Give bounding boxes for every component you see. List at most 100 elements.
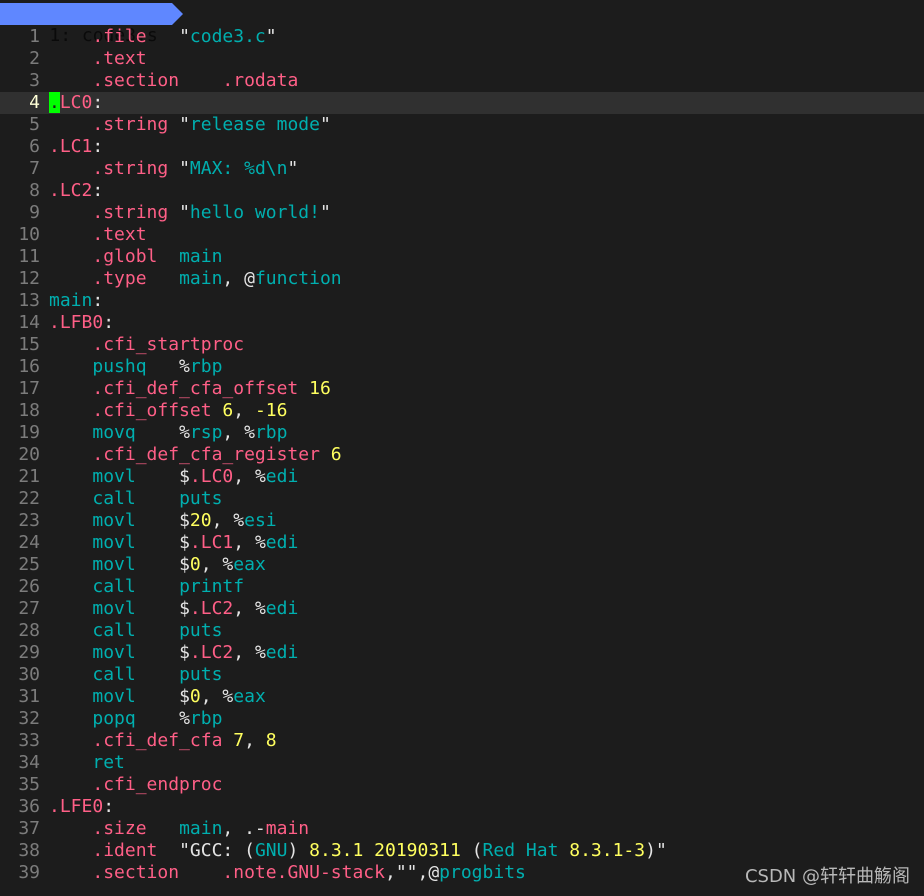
- code-line[interactable]: 21 movl $.LC0, %edi: [0, 466, 924, 488]
- code-line[interactable]: 29 movl $.LC2, %edi: [0, 642, 924, 664]
- code-line[interactable]: 22 call puts: [0, 488, 924, 510]
- code-token: .string: [92, 202, 169, 223]
- line-number: 12: [18, 268, 40, 289]
- code-token: ,: [244, 730, 266, 751]
- code-token: :: [103, 312, 115, 333]
- code-token: .section: [92, 862, 180, 883]
- line-number: 7: [29, 158, 40, 179]
- code-token: movl: [92, 598, 136, 619]
- code-line[interactable]: 13 main:: [0, 290, 924, 312]
- code-editor[interactable]: 1 .file "code3.c" 2 .text 3 .section .roda…: [0, 26, 924, 884]
- code-text: .file "code3.c": [49, 26, 277, 48]
- code-token: puts: [179, 620, 223, 641]
- line-number: 6: [29, 136, 40, 157]
- code-line[interactable]: 15 .cfi_startproc: [0, 334, 924, 356]
- line-number: 4: [29, 92, 40, 113]
- line-number: 31: [18, 686, 40, 707]
- code-line[interactable]: 18 .cfi_offset 6, -16: [0, 400, 924, 422]
- code-line[interactable]: 17 .cfi_def_cfa_offset 16: [0, 378, 924, 400]
- tab-code3-s[interactable]: 1: code3.s: [0, 3, 172, 46]
- code-line[interactable]: 23 movl $20, %esi: [0, 510, 924, 532]
- code-line[interactable]: 1 .file "code3.c": [0, 26, 924, 48]
- code-line[interactable]: 37 .size main, .-main: [0, 818, 924, 840]
- code-line[interactable]: 4 .LC0:: [0, 92, 924, 114]
- code-token: call: [92, 620, 136, 641]
- code-text: .cfi_def_cfa 7, 8: [49, 730, 276, 752]
- code-token: .text: [92, 48, 147, 69]
- code-token: :: [92, 92, 104, 113]
- code-token: , .-: [222, 818, 266, 839]
- code-line[interactable]: 11 .globl main: [0, 246, 924, 268]
- code-line[interactable]: 16 pushq %rbp: [0, 356, 924, 378]
- code-line[interactable]: 20 .cfi_def_cfa_register 6: [0, 444, 924, 466]
- code-line[interactable]: 26 call printf: [0, 576, 924, 598]
- code-line[interactable]: 30 call puts: [0, 664, 924, 686]
- code-text: call puts: [49, 620, 222, 642]
- code-token: movl: [92, 554, 136, 575]
- code-token: 20: [189, 510, 212, 531]
- code-line[interactable]: 24 movl $.LC1, %edi: [0, 532, 924, 554]
- line-number: 1: [29, 26, 40, 47]
- code-line[interactable]: 10 .text: [0, 224, 924, 246]
- code-line[interactable]: 34 ret: [0, 752, 924, 774]
- code-token: ": [265, 26, 277, 47]
- code-token: .cfi_def_cfa: [92, 730, 223, 751]
- code-token: release mode: [189, 114, 320, 135]
- code-line[interactable]: 32 popq %rbp: [0, 708, 924, 730]
- code-line[interactable]: 9 .string "hello world!": [0, 202, 924, 224]
- code-text: movl $.LC2, %edi: [49, 598, 298, 620]
- code-line[interactable]: 36 .LFE0:: [0, 796, 924, 818]
- code-line[interactable]: 35 .cfi_endproc: [0, 774, 924, 796]
- code-token: LC0: [59, 92, 93, 113]
- code-line[interactable]: 8 .LC2:: [0, 180, 924, 202]
- code-line[interactable]: 19 movq %rsp, %rbp: [0, 422, 924, 444]
- line-number: 16: [18, 356, 40, 377]
- code-token: .section: [92, 70, 180, 91]
- code-line[interactable]: 28 call puts: [0, 620, 924, 642]
- code-text: .LFE0:: [49, 796, 114, 818]
- code-line[interactable]: 38 .ident "GCC: (GNU) 8.3.1 20190311 (Re…: [0, 840, 924, 862]
- code-token: $: [135, 598, 190, 619]
- line-number: 19: [18, 422, 40, 443]
- code-line[interactable]: 25 movl $0, %eax: [0, 554, 924, 576]
- line-number: 10: [18, 224, 40, 245]
- code-token: $: [135, 510, 190, 531]
- code-token: eax: [233, 686, 266, 707]
- code-token: call: [92, 488, 136, 509]
- code-line[interactable]: 33 .cfi_def_cfa 7, 8: [0, 730, 924, 752]
- line-number: 39: [18, 862, 40, 883]
- code-line[interactable]: 14 .LFB0:: [0, 312, 924, 334]
- code-line[interactable]: 27 movl $.LC2, %edi: [0, 598, 924, 620]
- line-number: 36: [18, 796, 40, 817]
- code-token: progbits: [439, 862, 526, 883]
- code-text: main:: [49, 290, 103, 312]
- code-line[interactable]: 31 movl $0, %eax: [0, 686, 924, 708]
- line-number: 34: [18, 752, 40, 773]
- code-text: call printf: [49, 576, 244, 598]
- line-number: 11: [18, 246, 40, 267]
- code-text: .cfi_startproc: [49, 334, 244, 356]
- code-line[interactable]: 12 .type main, @function: [0, 268, 924, 290]
- code-line[interactable]: 7 .string "MAX: %d\n": [0, 158, 924, 180]
- code-line[interactable]: 6 .LC1:: [0, 136, 924, 158]
- code-text: .LC1:: [49, 136, 103, 158]
- code-token: rbp: [189, 708, 223, 729]
- code-token: ": [319, 114, 331, 135]
- code-text: .cfi_def_cfa_register 6: [49, 444, 341, 466]
- code-line[interactable]: 2 .text: [0, 48, 924, 70]
- line-number: 18: [18, 400, 40, 421]
- code-line[interactable]: 3 .section .rodata: [0, 70, 924, 92]
- code-token: .rodata: [222, 70, 299, 91]
- code-line[interactable]: 5 .string "release mode": [0, 114, 924, 136]
